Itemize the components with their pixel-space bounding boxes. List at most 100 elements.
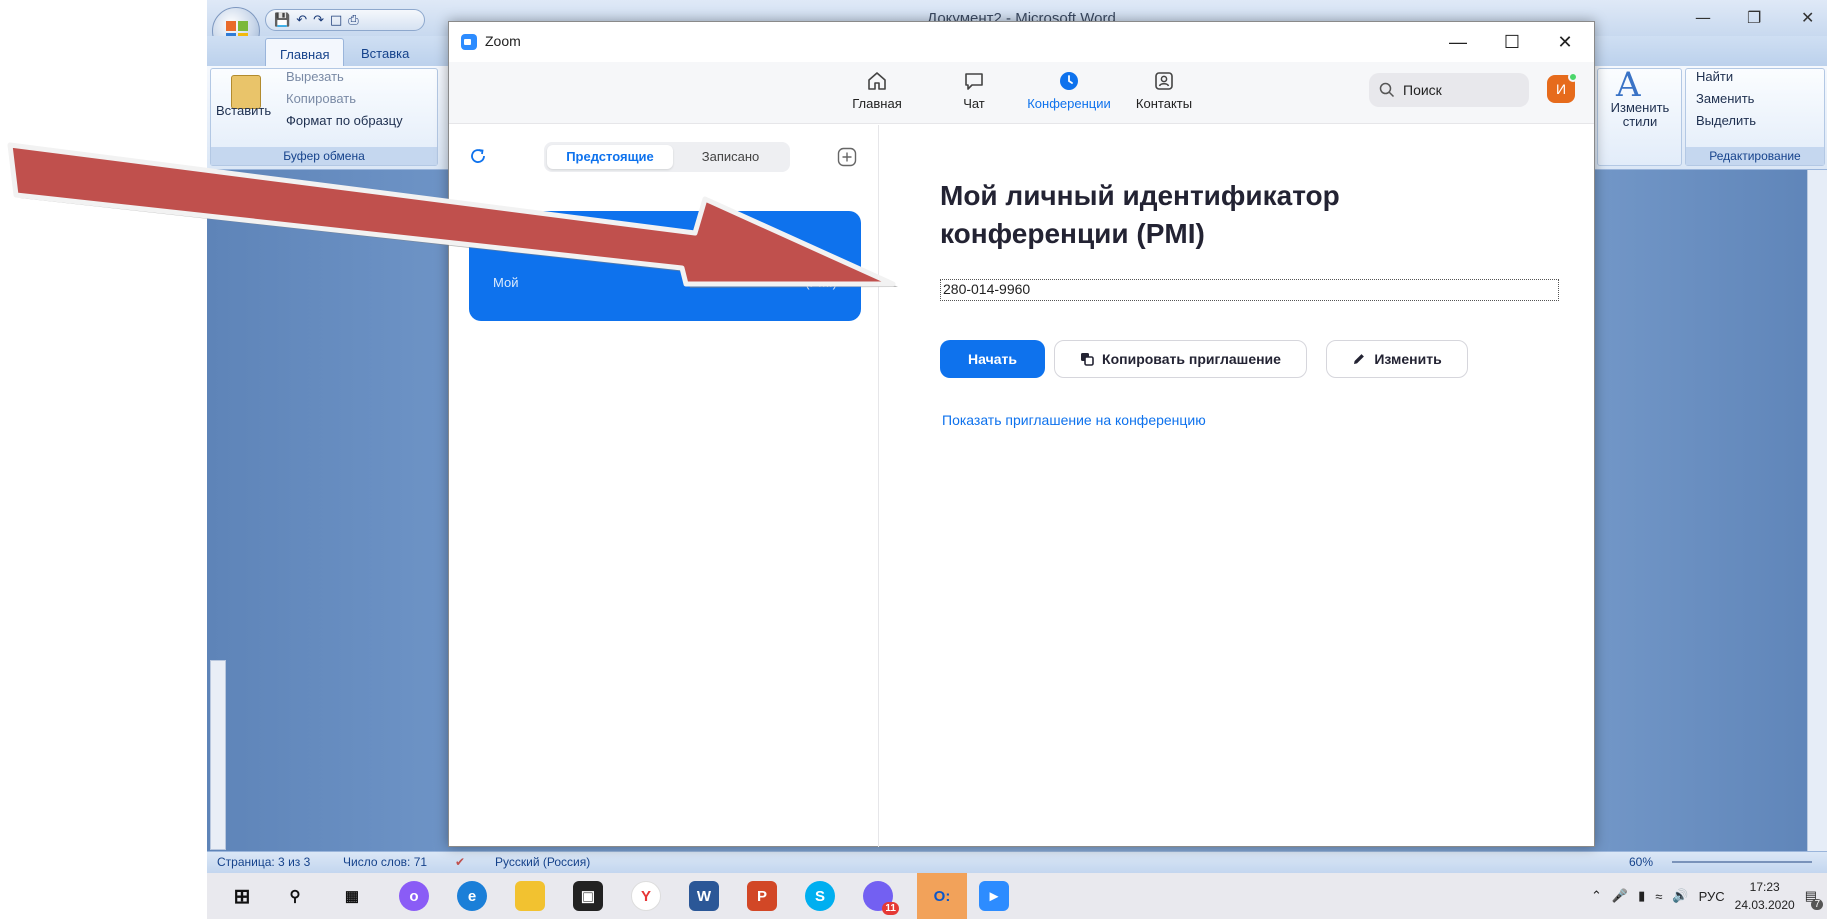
redo-icon[interactable]: ↷: [313, 13, 324, 28]
change-styles-icon[interactable]: A: [1616, 65, 1641, 105]
zoom-level[interactable]: 60%: [1629, 855, 1653, 869]
zoom-titlebar: Zoom — ☐ ✕: [449, 22, 1594, 62]
clock-icon: [1060, 72, 1078, 90]
pmi-card-subtitle-right: (PMI): [805, 275, 837, 290]
vertical-scrollbar[interactable]: [1807, 170, 1827, 851]
spellcheck-icon[interactable]: ✔: [455, 855, 465, 869]
nav-contacts[interactable]: Контакты: [1119, 70, 1209, 111]
taskbar: ⊞ ⚲ ▦ o e ▣ Y W P S 11 O: ► ⌃ 🎤 ▮ ≈ 🔊 РУ…: [207, 873, 1827, 919]
language-status[interactable]: Русский (Россия): [495, 855, 590, 869]
new-doc-icon[interactable]: □: [330, 13, 342, 28]
home-icon: [868, 72, 886, 90]
copy-invitation-button[interactable]: Копировать приглашение: [1054, 340, 1307, 378]
zoom-logo-icon: [461, 34, 477, 50]
nav-chat[interactable]: Чат: [929, 70, 1019, 111]
refresh-icon[interactable]: [469, 147, 487, 165]
pmi-title: Мой личный идентификатор конференции (PM…: [940, 180, 1340, 249]
start-button-label: Начать: [968, 351, 1017, 367]
task-view-icon[interactable]: ▦: [337, 881, 367, 911]
wifi-icon[interactable]: ≈: [1655, 889, 1662, 904]
avatar-initial: И: [1555, 81, 1567, 97]
cut-button[interactable]: Вырезать: [286, 69, 344, 84]
add-meeting-icon[interactable]: [837, 147, 857, 167]
change-styles-button[interactable]: Изменить стили: [1600, 101, 1680, 129]
tab-recorded[interactable]: Записано: [674, 145, 787, 169]
format-painter-button[interactable]: Формат по образцу: [286, 113, 403, 128]
chat-icon: [965, 73, 983, 90]
viber-icon[interactable]: 11: [863, 881, 899, 915]
edit-button[interactable]: Изменить: [1326, 340, 1468, 378]
zoom-window: Zoom — ☐ ✕ Главная Чат Конференции Конта…: [448, 21, 1595, 847]
meetings-sidebar: Предстоящие Записано 014-9960 Мой (PMI): [449, 125, 879, 847]
store-icon[interactable]: ▣: [573, 881, 603, 911]
battery-icon[interactable]: ▮: [1638, 888, 1645, 904]
word-count[interactable]: Число слов: 71: [343, 855, 427, 869]
nav-contacts-label: Контакты: [1135, 96, 1193, 111]
avatar[interactable]: И: [1547, 72, 1578, 103]
clock[interactable]: 17:23 24.03.2020: [1735, 878, 1795, 914]
replace-button[interactable]: Заменить: [1696, 91, 1754, 106]
clock-date: 24.03.2020: [1734, 898, 1795, 912]
editing-group: Найти Заменить Выделить Редактирование: [1685, 68, 1825, 166]
status-bar: Страница: 3 из 3 Число слов: 71 ✔ Русски…: [207, 851, 1827, 873]
ok-app-icon[interactable]: O:: [917, 873, 967, 919]
search-icon: [1379, 82, 1395, 98]
zoom-title: Zoom: [485, 33, 521, 49]
nav-home[interactable]: Главная: [832, 70, 922, 111]
undo-icon[interactable]: ↶: [296, 13, 307, 28]
notification-icon[interactable]: ▤ 7: [1805, 888, 1823, 910]
edge-icon[interactable]: e: [457, 881, 487, 911]
volume-icon[interactable]: 🔊: [1672, 888, 1688, 904]
chevron-up-icon[interactable]: ⌃: [1591, 888, 1602, 904]
select-button[interactable]: Выделить: [1696, 113, 1756, 128]
pmi-card[interactable]: 014-9960 Мой (PMI): [469, 211, 861, 321]
nav-home-label: Главная: [852, 96, 902, 111]
notification-count: 7: [1811, 899, 1823, 910]
copy-icon: [1081, 353, 1094, 366]
tab-home[interactable]: Главная: [265, 38, 345, 66]
meetings-tab-switch: Предстоящие Записано: [544, 142, 790, 172]
zoom-minimize-icon[interactable]: —: [1438, 28, 1478, 56]
pmi-card-subtitle: Мой: [493, 275, 519, 290]
zoom-slider[interactable]: [1672, 861, 1812, 863]
edit-button-label: Изменить: [1374, 351, 1442, 367]
zoom-close-icon[interactable]: ✕: [1545, 28, 1585, 56]
start-icon[interactable]: ⊞: [227, 881, 257, 911]
search-input[interactable]: Поиск: [1369, 73, 1529, 107]
meeting-details: Мой личный идентификатор конференции (PM…: [880, 125, 1594, 847]
skype-icon[interactable]: S: [805, 881, 835, 911]
tab-insert[interactable]: Вставка: [347, 38, 423, 66]
zoom-maximize-icon[interactable]: ☐: [1492, 28, 1532, 56]
find-button[interactable]: Найти: [1696, 69, 1733, 84]
print-icon[interactable]: ⎙: [348, 13, 358, 28]
alice-icon[interactable]: o: [399, 881, 429, 911]
page-count[interactable]: Страница: 3 из 3: [217, 855, 310, 869]
start-button[interactable]: Начать: [940, 340, 1045, 378]
powerpoint-icon[interactable]: P: [747, 881, 777, 911]
word-taskbar-icon[interactable]: W: [689, 881, 719, 911]
restore-icon[interactable]: ❐: [1747, 8, 1761, 27]
yandex-browser-icon[interactable]: Y: [631, 881, 661, 911]
input-language[interactable]: РУС: [1699, 889, 1725, 904]
microphone-icon[interactable]: 🎤: [1612, 888, 1628, 904]
close-icon[interactable]: ✕: [1801, 8, 1814, 27]
save-icon[interactable]: 💾: [274, 13, 290, 28]
tab-upcoming[interactable]: Предстоящие: [547, 145, 673, 169]
zoom-taskbar-icon[interactable]: ►: [979, 881, 1009, 911]
pmi-value[interactable]: 280-014-9960: [940, 279, 1559, 301]
pencil-icon: [1354, 354, 1365, 364]
show-invitation-link[interactable]: Показать приглашение на конференцию: [942, 412, 1206, 428]
system-tray: ⌃ 🎤 ▮ ≈ 🔊 РУС 17:23 24.03.2020 ▤ 7: [1591, 873, 1823, 919]
styles-group: A Изменить стили: [1597, 65, 1682, 166]
nav-meetings[interactable]: Конференции: [1024, 70, 1114, 111]
pmi-card-number: 014-9960: [622, 241, 708, 263]
quick-access-toolbar: 💾 ↶ ↷ □ ⎙: [265, 9, 425, 31]
minimize-icon[interactable]: —: [1695, 8, 1711, 27]
file-explorer-icon[interactable]: [515, 881, 545, 911]
search-icon[interactable]: ⚲: [280, 881, 310, 911]
copy-button[interactable]: Копировать: [286, 91, 356, 106]
paste-button[interactable]: Вставить: [216, 103, 271, 118]
vertical-ruler: [210, 660, 226, 850]
clipboard-group-label: Буфер обмена: [211, 147, 437, 165]
clock-time: 17:23: [1749, 880, 1780, 894]
